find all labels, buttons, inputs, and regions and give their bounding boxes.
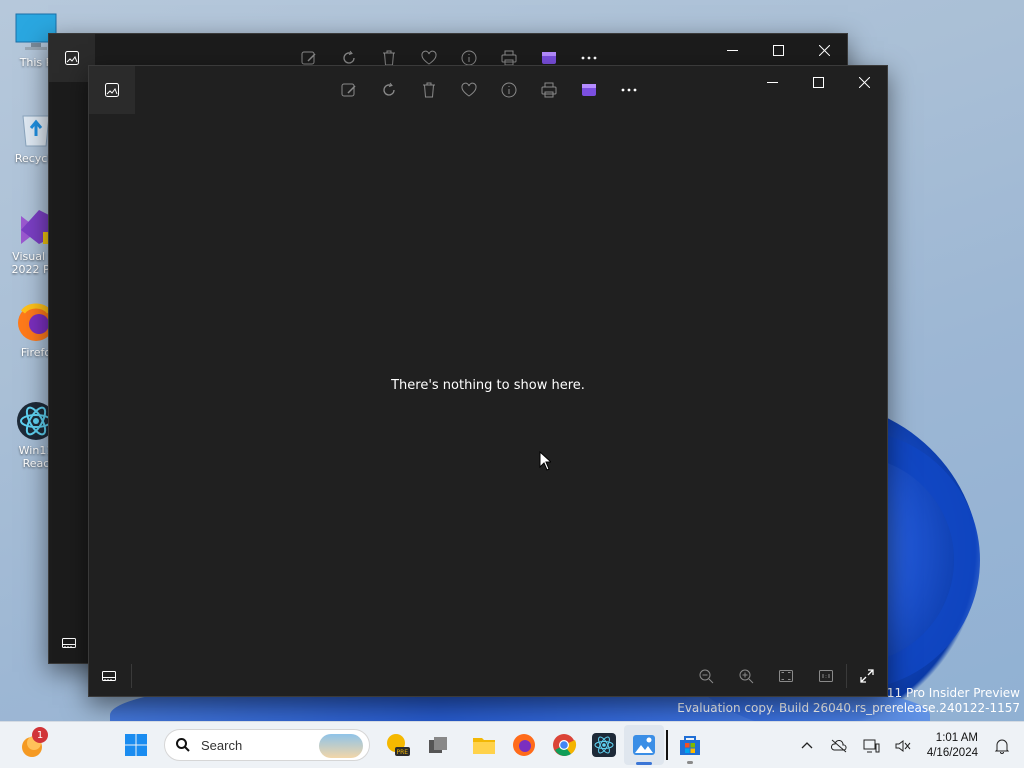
widgets-button[interactable]: 1 [12,725,52,765]
favorite-icon [461,82,477,97]
photos-icon [633,735,655,755]
active-app-indicator [636,762,652,765]
zoom-out-icon [699,669,714,684]
windows-logo-icon [125,734,147,756]
taskbar-search-box[interactable]: Search [164,729,370,761]
start-button[interactable] [116,725,156,765]
filmstrip-button[interactable] [89,660,129,692]
filmstrip-button[interactable] [49,627,89,659]
show-hidden-icons-button[interactable] [791,726,823,766]
delete-button[interactable] [409,74,449,106]
copilot-preview-icon: PRE [387,734,410,756]
fullscreen-button[interactable] [847,660,887,692]
network-button[interactable] [855,726,887,766]
favorite-button[interactable] [449,74,489,106]
bottom-toolbar [89,656,887,696]
chrome-icon [553,734,577,756]
task-view-button[interactable] [418,725,458,765]
close-button[interactable] [801,34,847,66]
empty-state-message: There's nothing to show here. [391,378,585,393]
microsoft-store-icon [680,736,700,755]
info-button[interactable] [489,74,529,106]
edit-image-button[interactable] [329,74,369,106]
divider [131,664,132,688]
bell-icon [994,739,1010,754]
print-button[interactable] [529,74,569,106]
filmstrip-icon [62,638,76,648]
minimize-icon [766,81,778,83]
notifications-button[interactable] [986,726,1018,766]
firefox-taskbar-button[interactable] [504,725,544,765]
clipchamp-icon [582,84,596,96]
volume-muted-icon [895,739,911,752]
clock-time: 1:01 AM [935,731,978,744]
info-icon [501,82,517,98]
mouse-cursor-icon [539,451,551,471]
taskbar: 1 Search PRE 1:01 AM 4/16/2024 [0,721,1024,768]
print-icon [541,82,557,98]
desktop-icon-label: Firefo [20,346,52,359]
maximize-button[interactable] [755,34,801,66]
watermark-line: Evaluation copy. Build 26040.rs_prerelea… [677,701,1020,715]
caption-buttons [749,66,887,98]
react-app-button[interactable] [584,725,624,765]
edit-image-icon [341,83,356,97]
minimize-icon [726,49,738,51]
close-button[interactable] [841,66,887,98]
photos-window[interactable]: There's nothing to show here. [88,65,888,697]
actual-size-icon [819,670,833,682]
caret-divider [666,730,668,760]
gallery-icon [105,83,119,97]
zoom-in-button[interactable] [726,660,766,692]
volume-button[interactable] [887,726,919,766]
clock-date: 4/16/2024 [926,746,978,759]
search-placeholder: Search [201,737,243,753]
more-icon [621,88,637,92]
gallery-button[interactable] [89,66,135,114]
rotate-button[interactable] [369,74,409,106]
close-icon [858,76,870,88]
react-icon [592,733,616,757]
actual-size-button[interactable] [806,660,846,692]
onedrive-offline-icon [830,739,847,752]
rotate-icon [383,82,395,96]
copilot-preview-button[interactable]: PRE [378,725,418,765]
caption-buttons [709,34,847,66]
minimize-button[interactable] [709,34,755,66]
chrome-button[interactable] [544,725,584,765]
folder-icon [473,738,495,754]
task-view-icon [429,737,447,753]
microsoft-store-button[interactable] [670,725,710,765]
fit-window-icon [779,670,793,682]
search-icon [176,738,190,752]
maximize-icon [812,76,824,88]
svg-text:PRE: PRE [397,749,409,756]
notification-badge: 1 [32,727,48,743]
clipchamp-button[interactable] [569,74,609,106]
file-explorer-button[interactable] [464,725,504,765]
running-app-indicator [687,761,693,764]
chevron-up-icon [801,741,813,748]
zoom-in-icon [739,669,754,684]
photos-taskbar-button[interactable] [624,725,664,765]
fullscreen-icon [860,669,874,683]
search-highlight-image [319,734,363,758]
maximize-icon [772,44,784,56]
toolbar [329,66,649,114]
clock[interactable]: 1:01 AM 4/16/2024 [919,731,986,761]
firefox-icon [513,734,535,756]
minimize-button[interactable] [749,66,795,98]
network-icon [863,739,880,752]
maximize-button[interactable] [795,66,841,98]
gallery-icon [65,51,79,65]
close-icon [818,44,830,56]
more-button[interactable] [609,74,649,106]
delete-icon [423,82,435,98]
system-tray: 1:01 AM 4/16/2024 [791,722,1024,768]
onedrive-button[interactable] [823,726,855,766]
zoom-out-button[interactable] [686,660,726,692]
filmstrip-icon [102,671,116,681]
fit-window-button[interactable] [766,660,806,692]
